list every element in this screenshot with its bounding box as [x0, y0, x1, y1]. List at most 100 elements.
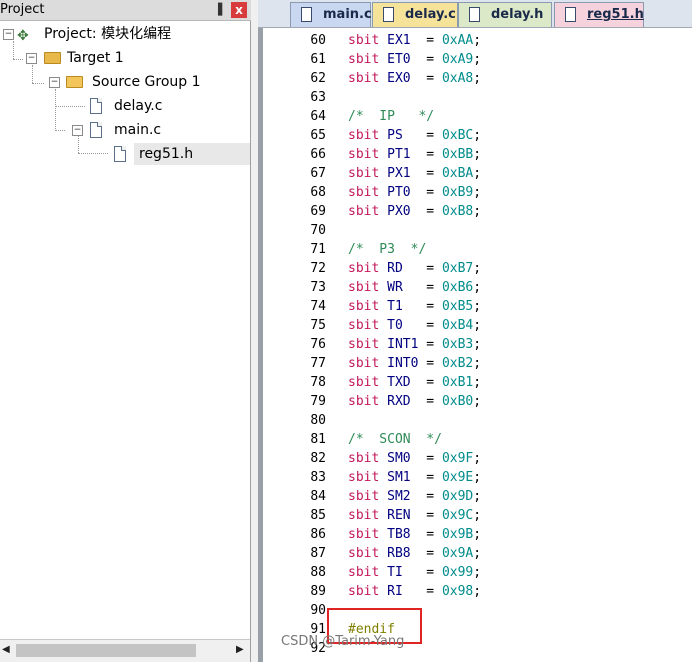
- code-hex-literal: 0xB4: [441, 318, 474, 333]
- tree-item-project[interactable]: − ✥ Project: 模块化编程: [0, 23, 250, 45]
- code-line[interactable]: sbit SM1 = 0x9E;: [348, 468, 481, 487]
- code-line[interactable]: sbit RI = 0x98;: [348, 582, 481, 601]
- code-line[interactable]: sbit SM2 = 0x9D;: [348, 487, 481, 506]
- code-comment: /* SCON */: [348, 432, 442, 447]
- code-line[interactable]: sbit TB8 = 0x9B;: [348, 525, 481, 544]
- code-line[interactable]: sbit RB8 = 0x9A;: [348, 544, 481, 563]
- code-line[interactable]: sbit PS = 0xBC;: [348, 126, 481, 145]
- collapse-toggle-icon[interactable]: −: [72, 125, 83, 136]
- code-operator: =: [410, 470, 442, 485]
- close-panel-button[interactable]: x: [231, 2, 247, 18]
- tab-label: delay.h: [491, 7, 544, 22]
- horizontal-scrollbar[interactable]: ◀ ▶: [0, 639, 250, 662]
- tree-item-target[interactable]: − Target 1: [0, 47, 250, 69]
- code-line[interactable]: sbit PX1 = 0xBA;: [348, 164, 481, 183]
- code-keyword: sbit: [348, 489, 380, 504]
- code-line[interactable]: sbit ET0 = 0xA9;: [348, 50, 481, 69]
- line-number: 62: [310, 71, 326, 86]
- code-keyword: sbit: [348, 470, 380, 485]
- code-hex-literal: 0x9A: [441, 546, 474, 561]
- pin-icon[interactable]: ▐: [211, 2, 225, 18]
- code-identifier: TI: [387, 565, 403, 580]
- collapse-toggle-icon[interactable]: −: [26, 53, 37, 64]
- code-editor[interactable]: main.c delay.c delay.h reg51.h 60 sbit EX…: [258, 0, 692, 662]
- code-line[interactable]: sbit EX0 = 0xA8;: [348, 69, 481, 88]
- tab-label: reg51.h: [587, 7, 644, 22]
- tab-reg51-h[interactable]: reg51.h: [554, 2, 644, 27]
- code-hex-literal: 0x99: [441, 565, 474, 580]
- code-keyword: sbit: [348, 185, 380, 200]
- tab-delay-h[interactable]: delay.h: [458, 2, 552, 27]
- code-operator: =: [402, 299, 442, 314]
- file-icon: [383, 7, 394, 22]
- code-hex-literal: 0x9C: [441, 508, 474, 523]
- tab-delay-c[interactable]: delay.c: [372, 2, 458, 27]
- code-semicolon: ;: [473, 565, 482, 580]
- line-number: 75: [310, 318, 326, 333]
- code-keyword: sbit: [348, 356, 380, 371]
- code-line[interactable]: sbit PT0 = 0xB9;: [348, 183, 481, 202]
- code-line[interactable]: /* SCON */: [348, 430, 442, 449]
- code-line[interactable]: sbit SM0 = 0x9F;: [348, 449, 481, 468]
- collapse-toggle-icon[interactable]: −: [3, 29, 14, 40]
- code-identifier: TB8: [387, 527, 411, 542]
- code-line[interactable]: sbit PT1 = 0xBB;: [348, 145, 481, 164]
- code-line[interactable]: sbit INT1 = 0xB3;: [348, 335, 481, 354]
- tree-item-file-delay-c[interactable]: delay.c: [0, 95, 250, 117]
- code-line[interactable]: sbit RD = 0xB7;: [348, 259, 481, 278]
- scroll-right-icon[interactable]: ▶: [236, 644, 244, 655]
- line-number: 89: [310, 584, 326, 599]
- code-identifier: INT1: [387, 337, 419, 352]
- code-hex-literal: 0xB3: [441, 337, 474, 352]
- code-line[interactable]: sbit PX0 = 0xB8;: [348, 202, 481, 221]
- code-line[interactable]: sbit TXD = 0xB1;: [348, 373, 481, 392]
- code-operator: =: [410, 508, 442, 523]
- code-line[interactable]: sbit TI = 0x99;: [348, 563, 481, 582]
- code-keyword: sbit: [348, 204, 380, 219]
- code-operator: =: [410, 33, 442, 48]
- code-line[interactable]: sbit RXD = 0xB0;: [348, 392, 481, 411]
- code-identifier: SM0: [387, 451, 411, 466]
- collapse-toggle-icon[interactable]: −: [49, 77, 60, 88]
- line-number: 63: [310, 90, 326, 105]
- code-semicolon: ;: [473, 546, 482, 561]
- scroll-thumb[interactable]: [16, 644, 196, 657]
- code-semicolon: ;: [473, 318, 482, 333]
- code-semicolon: ;: [473, 261, 482, 276]
- code-line[interactable]: sbit WR = 0xB6;: [348, 278, 481, 297]
- scroll-left-icon[interactable]: ◀: [2, 644, 10, 655]
- code-line[interactable]: /* P3 */: [348, 240, 426, 259]
- code-hex-literal: 0xA8: [441, 71, 474, 86]
- tab-main-c[interactable]: main.c: [290, 2, 372, 27]
- code-line[interactable]: sbit T0 = 0xB4;: [348, 316, 481, 335]
- tree-item-source-group[interactable]: − Source Group 1: [0, 71, 250, 93]
- project-panel-header: Project ▐ x: [0, 0, 251, 21]
- tree-item-file-main-c[interactable]: − main.c: [0, 119, 250, 141]
- code-operator: =: [410, 546, 442, 561]
- code-identifier: REN: [387, 508, 411, 523]
- code-semicolon: ;: [473, 337, 482, 352]
- code-semicolon: ;: [473, 280, 482, 295]
- code-line[interactable]: sbit T1 = 0xB5;: [348, 297, 481, 316]
- code-keyword: sbit: [348, 508, 380, 523]
- code-line[interactable]: /* IP */: [348, 107, 434, 126]
- code-line[interactable]: sbit REN = 0x9C;: [348, 506, 481, 525]
- code-keyword: sbit: [348, 527, 380, 542]
- line-number: 71: [310, 242, 326, 257]
- line-number: 76: [310, 337, 326, 352]
- code-identifier: EX0: [387, 71, 411, 86]
- code-operator: =: [410, 489, 442, 504]
- panel-splitter[interactable]: [251, 0, 258, 662]
- line-number: 86: [310, 527, 326, 542]
- code-line[interactable]: sbit INT0 = 0xB2;: [348, 354, 481, 373]
- code-line[interactable]: sbit EX1 = 0xAA;: [348, 31, 481, 50]
- tree-item-file-reg51-h[interactable]: reg51.h: [0, 143, 250, 165]
